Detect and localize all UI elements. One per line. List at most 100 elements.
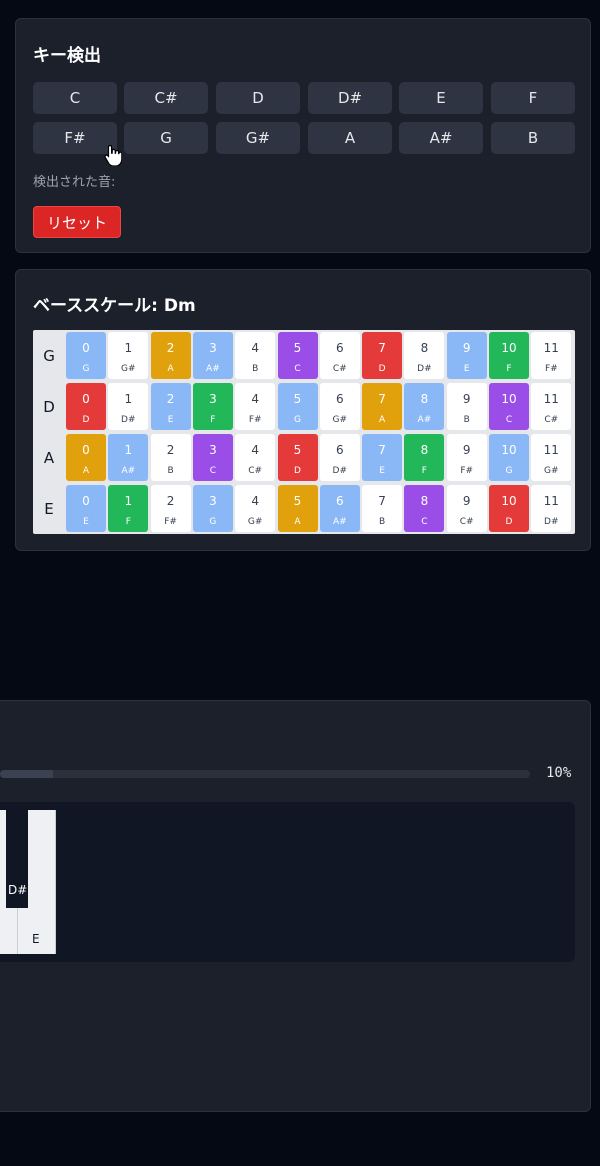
fret-cell[interactable]: 3 A# xyxy=(192,332,233,379)
key-detect-title: キー検出 xyxy=(33,46,101,66)
note-name: B xyxy=(463,415,470,425)
fret-cell[interactable]: 5C xyxy=(277,332,318,379)
fret-cell[interactable]: 4 C# xyxy=(235,434,276,481)
key-button-d-sharp[interactable]: D# xyxy=(308,82,392,114)
fret-cell[interactable]: 7D xyxy=(362,332,403,379)
fret-cell[interactable]: 11 C# xyxy=(531,383,572,430)
note-name: G# xyxy=(247,517,263,527)
fret-cell[interactable]: 9 F# xyxy=(446,434,487,481)
fret-cell[interactable]: 0E xyxy=(66,485,106,532)
note-name: F xyxy=(506,364,512,374)
bass-scale-card: ベーススケール: Dm G 0 G 1 G# 2 A 3 A# 4 B 5 C 6 C# 7 D 8 D# 9 E 10 F… xyxy=(15,269,591,551)
fret-cell[interactable]: 4 G# xyxy=(235,485,276,532)
progress-bar[interactable] xyxy=(0,770,530,778)
fret-cell[interactable]: 3G xyxy=(192,485,233,532)
fretboard: G 0 G 1 G# 2 A 3 A# 4 B 5 C 6 C# 7 D 8 D# 9 E 10 F 11 F# D 0 D 1 D# 2 E… xyxy=(33,330,575,534)
note-name: C xyxy=(505,415,513,425)
fret-number: 7 xyxy=(378,341,386,355)
fret-number: 9 xyxy=(462,443,471,457)
fret-cell[interactable]: 10 F xyxy=(489,332,529,379)
fret-number: 5 xyxy=(293,392,302,406)
key-button-f[interactable]: F xyxy=(491,82,575,114)
key-button-e[interactable]: E xyxy=(399,82,483,114)
fret-cell[interactable]: 9E xyxy=(446,332,487,379)
fret-number: 6 xyxy=(335,443,344,457)
note-name: F# xyxy=(164,517,177,527)
note-name: E xyxy=(379,466,385,476)
fret-cell[interactable]: 7E xyxy=(362,434,403,481)
fret-cell[interactable]: 8 A# xyxy=(404,383,445,430)
fret-cell[interactable]: 2A xyxy=(150,332,191,379)
fret-cell[interactable]: 1 G# xyxy=(108,332,149,379)
fret-number: 5 xyxy=(293,494,302,508)
piano-key-d-sharp[interactable]: D# xyxy=(6,810,28,908)
key-button-a[interactable]: A xyxy=(308,122,392,154)
fret-number: 7 xyxy=(378,443,386,457)
fret-number: 4 xyxy=(251,443,259,457)
fret-cell[interactable]: 1 A# xyxy=(108,434,149,481)
fret-cell[interactable]: 11 D# xyxy=(531,485,572,532)
fret-cell[interactable]: 3C xyxy=(192,434,233,481)
reset-button[interactable]: リセット xyxy=(33,206,121,238)
fret-cell[interactable]: 10 D xyxy=(489,485,529,532)
fret-number: 2 xyxy=(166,494,175,508)
key-button-g[interactable]: G xyxy=(124,122,208,154)
fret-cell[interactable]: 0G xyxy=(66,332,106,379)
fret-number: 11 xyxy=(543,392,559,406)
fret-cell[interactable]: 5A xyxy=(277,485,318,532)
key-button-b[interactable]: B xyxy=(491,122,575,154)
fret-cell[interactable]: 0D xyxy=(66,383,106,430)
fret-cell[interactable]: 7A xyxy=(362,383,403,430)
fret-cell[interactable]: 8 D# xyxy=(404,332,445,379)
fret-cell[interactable]: 9 C# xyxy=(446,485,487,532)
fret-cell[interactable]: 6 G# xyxy=(319,383,360,430)
fret-cell[interactable]: 9B xyxy=(446,383,487,430)
fret-cell[interactable]: 2B xyxy=(150,434,191,481)
string-label-e: E xyxy=(44,500,54,518)
fret-cell[interactable]: 11 G# xyxy=(531,434,572,481)
note-name: A# xyxy=(417,415,432,425)
fret-number: 0 xyxy=(82,494,90,508)
fret-cell[interactable]: 6 A# xyxy=(319,485,360,532)
fret-number: 8 xyxy=(420,392,429,406)
key-button-d[interactable]: D xyxy=(216,82,300,114)
fret-cell[interactable]: 1F xyxy=(108,485,149,532)
note-name: B xyxy=(379,517,386,527)
fret-cell[interactable]: 10 C xyxy=(489,383,529,430)
note-name: F# xyxy=(248,415,262,425)
fret-cell[interactable]: 3F xyxy=(192,383,233,430)
fret-cell[interactable]: 8C xyxy=(404,485,445,532)
key-button-c[interactable]: C xyxy=(33,82,117,114)
fret-cell[interactable]: 4 F# xyxy=(235,383,276,430)
note-name: A xyxy=(167,364,174,374)
piano-key-e-label: E xyxy=(32,932,40,946)
fret-number: 5 xyxy=(293,443,302,457)
fret-number: 11 xyxy=(543,341,559,355)
fret-number: 3 xyxy=(209,392,217,406)
fret-cell[interactable]: 5G xyxy=(277,383,318,430)
fret-cell[interactable]: 6 C# xyxy=(319,332,360,379)
fret-cell[interactable]: 2 F# xyxy=(150,485,191,532)
note-name: G# xyxy=(544,466,559,476)
fret-number: 11 xyxy=(543,494,559,508)
fret-cell[interactable]: 7B xyxy=(362,485,403,532)
fret-cell[interactable]: 2E xyxy=(150,383,191,430)
progress-percent: 10% xyxy=(546,765,572,781)
note-name: C xyxy=(421,517,428,527)
string-label-a: A xyxy=(43,449,55,467)
fret-number: 9 xyxy=(462,392,471,406)
fret-number: 2 xyxy=(166,392,175,406)
fret-cell[interactable]: 1 D# xyxy=(108,383,149,430)
key-button-c-sharp[interactable]: C# xyxy=(124,82,208,114)
fret-cell[interactable]: 0A xyxy=(66,434,106,481)
note-name: C# xyxy=(248,466,263,476)
fret-cell[interactable]: 11 F# xyxy=(531,332,572,379)
fret-cell[interactable]: 8F xyxy=(404,434,445,481)
key-button-a-sharp[interactable]: A# xyxy=(399,122,483,154)
fret-cell[interactable]: 6 D# xyxy=(319,434,360,481)
note-name: C xyxy=(294,364,301,374)
fret-cell[interactable]: 10 G xyxy=(489,434,529,481)
key-button-g-sharp[interactable]: G# xyxy=(216,122,300,154)
fret-cell[interactable]: 4B xyxy=(235,332,276,379)
fret-cell[interactable]: 5D xyxy=(277,434,318,481)
